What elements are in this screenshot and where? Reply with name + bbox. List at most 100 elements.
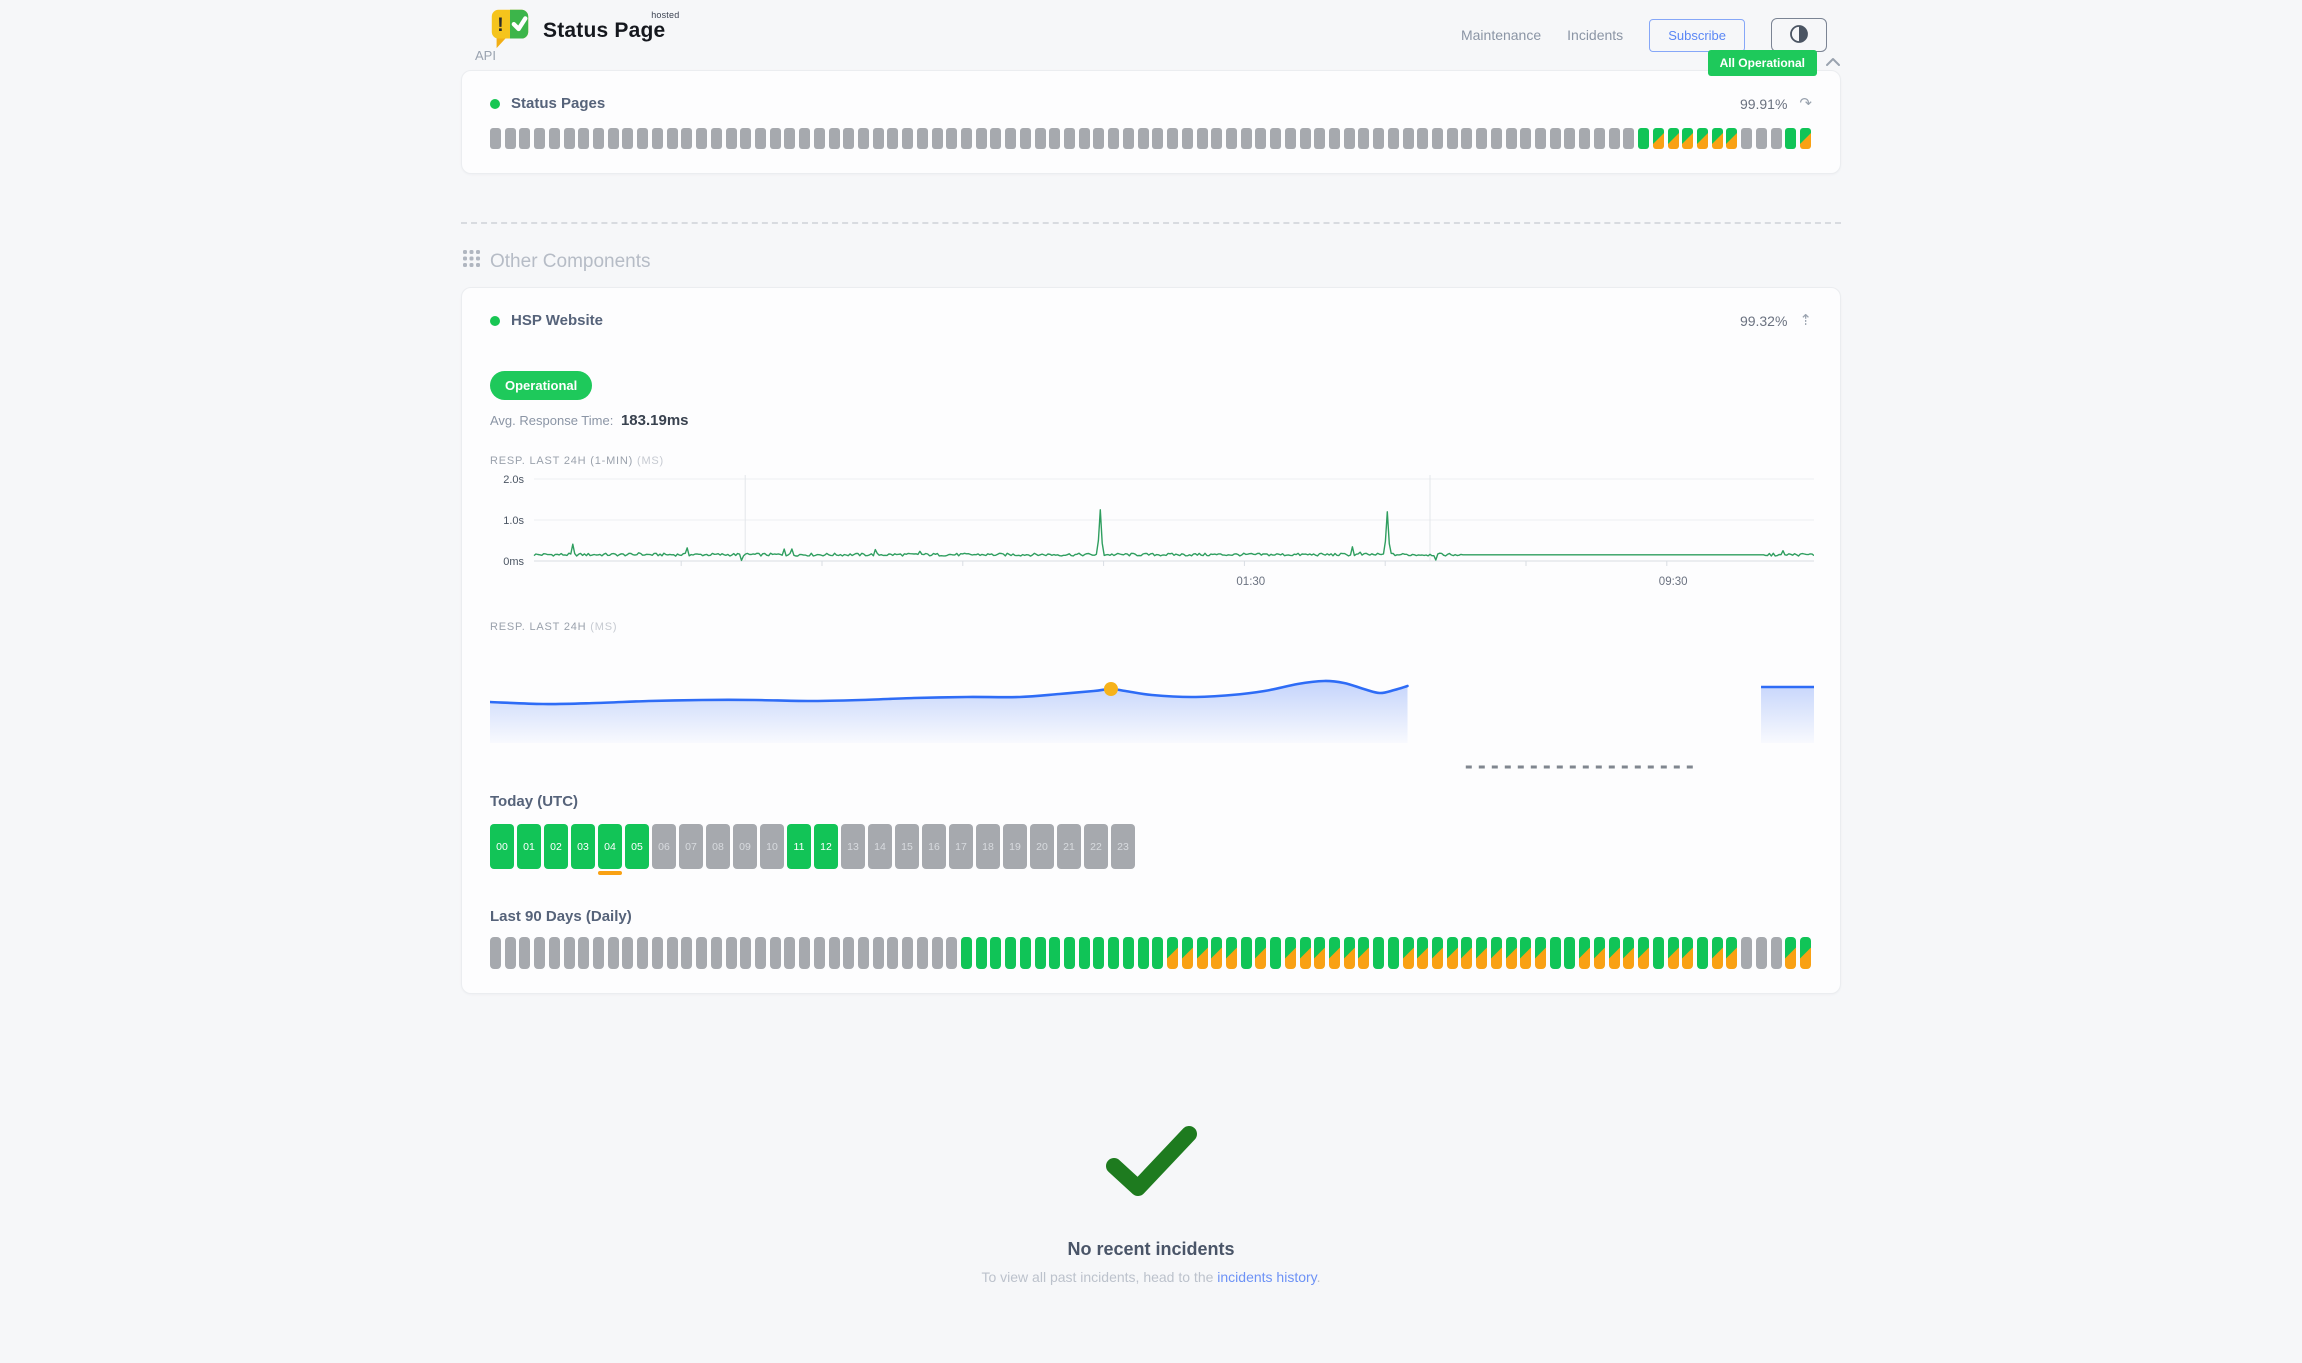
uptime-bar-degraded[interactable] <box>1476 937 1487 969</box>
uptime-bar-nodata[interactable] <box>784 128 795 149</box>
uptime-bar-degraded[interactable] <box>1285 937 1296 969</box>
uptime-bar-nodata[interactable] <box>1609 128 1620 149</box>
uptime-bar-degraded[interactable] <box>1329 937 1340 969</box>
chevron-up-icon[interactable] <box>1825 54 1841 72</box>
uptime-bar-nodata[interactable] <box>1108 128 1119 149</box>
uptime-bar-nodata[interactable] <box>593 937 604 969</box>
theme-toggle-button[interactable] <box>1771 18 1827 52</box>
uptime-bar-nodata[interactable] <box>873 937 884 969</box>
uptime-bar-operational[interactable] <box>1373 937 1384 969</box>
uptime-bar-degraded[interactable] <box>1785 937 1796 969</box>
uptime-bar-nodata[interactable] <box>681 937 692 969</box>
uptime-bar-nodata[interactable] <box>829 937 840 969</box>
uptime-bar-degraded[interactable] <box>1712 937 1723 969</box>
uptime-bar-nodata[interactable] <box>755 937 766 969</box>
uptime-bar-nodata[interactable] <box>1535 128 1546 149</box>
uptime-bar-nodata[interactable] <box>858 128 869 149</box>
uptime-bar-nodata[interactable] <box>1388 128 1399 149</box>
uptime-bar-nodata[interactable] <box>1093 128 1104 149</box>
uptime-bar-operational[interactable] <box>961 937 972 969</box>
uptime-bar-nodata[interactable] <box>1035 128 1046 149</box>
uptime-bar-nodata[interactable] <box>667 937 678 969</box>
uptime-strip-status-pages[interactable] <box>490 128 1812 149</box>
uptime-bar-nodata[interactable] <box>1211 128 1222 149</box>
uptime-bar-operational[interactable] <box>1049 937 1060 969</box>
hour-cell-17[interactable]: 17 <box>949 824 973 869</box>
uptime-bar-nodata[interactable] <box>711 937 722 969</box>
uptime-bar-degraded[interactable] <box>1800 937 1811 969</box>
uptime-bar-nodata[interactable] <box>917 937 928 969</box>
uptime-bar-nodata[interactable] <box>505 128 516 149</box>
uptime-bar-degraded[interactable] <box>1800 128 1811 149</box>
uptime-bar-operational[interactable] <box>1638 128 1649 149</box>
uptime-bar-nodata[interactable] <box>770 937 781 969</box>
uptime-bar-nodata[interactable] <box>1241 128 1252 149</box>
uptime-bar-degraded[interactable] <box>1668 937 1679 969</box>
uptime-bar-nodata[interactable] <box>1594 128 1605 149</box>
uptime-bar-nodata[interactable] <box>887 937 898 969</box>
uptime-bar-nodata[interactable] <box>490 937 501 969</box>
uptime-bar-operational[interactable] <box>1108 937 1119 969</box>
uptime-bar-operational[interactable] <box>1123 937 1134 969</box>
uptime-bar-degraded[interactable] <box>1197 937 1208 969</box>
uptime-bar-operational[interactable] <box>1005 937 1016 969</box>
uptime-bar-nodata[interactable] <box>917 128 928 149</box>
uptime-bar-nodata[interactable] <box>1255 128 1266 149</box>
uptime-bar-operational[interactable] <box>1035 937 1046 969</box>
uptime-bar-nodata[interactable] <box>490 128 501 149</box>
uptime-bar-nodata[interactable] <box>711 128 722 149</box>
uptime-bar-nodata[interactable] <box>1476 128 1487 149</box>
uptime-bar-nodata[interactable] <box>1461 128 1472 149</box>
uptime-bar-degraded[interactable] <box>1712 128 1723 149</box>
uptime-bar-nodata[interactable] <box>740 937 751 969</box>
uptime-bar-nodata[interactable] <box>1049 128 1060 149</box>
uptime-bar-operational[interactable] <box>1152 937 1163 969</box>
uptime-bar-nodata[interactable] <box>608 937 619 969</box>
uptime-bar-nodata[interactable] <box>887 128 898 149</box>
uptime-bar-nodata[interactable] <box>1771 937 1782 969</box>
uptime-bar-nodata[interactable] <box>1771 128 1782 149</box>
uptime-bar-nodata[interactable] <box>932 128 943 149</box>
uptime-bar-degraded[interactable] <box>1697 128 1708 149</box>
uptime-bar-nodata[interactable] <box>843 937 854 969</box>
uptime-bar-degraded[interactable] <box>1638 937 1649 969</box>
uptime-bar-nodata[interactable] <box>858 937 869 969</box>
hour-cell-18[interactable]: 18 <box>976 824 1000 869</box>
uptime-bar-nodata[interactable] <box>696 937 707 969</box>
uptime-bar-degraded[interactable] <box>1461 937 1472 969</box>
response-daily-chart[interactable] <box>490 639 1814 779</box>
uptime-bar-nodata[interactable] <box>1005 128 1016 149</box>
uptime-bar-nodata[interactable] <box>696 128 707 149</box>
uptime-bar-nodata[interactable] <box>976 128 987 149</box>
uptime-bar-nodata[interactable] <box>726 128 737 149</box>
uptime-bar-nodata[interactable] <box>622 937 633 969</box>
uptime-bar-degraded[interactable] <box>1211 937 1222 969</box>
uptime-bar-nodata[interactable] <box>1756 128 1767 149</box>
uptime-bar-nodata[interactable] <box>755 128 766 149</box>
hour-cell-12[interactable]: 12 <box>814 824 838 869</box>
collapse-arrow-icon[interactable]: ⇡ <box>1799 313 1812 328</box>
uptime-bar-nodata[interactable] <box>534 128 545 149</box>
uptime-bar-operational[interactable] <box>990 937 1001 969</box>
brand[interactable]: ! Status Page hosted <box>487 6 665 55</box>
hour-cell-10[interactable]: 10 <box>760 824 784 869</box>
uptime-bar-nodata[interactable] <box>1285 128 1296 149</box>
uptime-bar-nodata[interactable] <box>1579 128 1590 149</box>
uptime-bar-degraded[interactable] <box>1668 128 1679 149</box>
uptime-bar-nodata[interactable] <box>593 128 604 149</box>
hour-cell-11[interactable]: 11 <box>787 824 811 869</box>
uptime-bar-nodata[interactable] <box>519 128 530 149</box>
hour-cell-15[interactable]: 15 <box>895 824 919 869</box>
uptime-bar-degraded[interactable] <box>1579 937 1590 969</box>
uptime-bar-nodata[interactable] <box>1344 128 1355 149</box>
uptime-bar-degraded[interactable] <box>1623 937 1634 969</box>
uptime-bar-nodata[interactable] <box>1358 128 1369 149</box>
hour-cell-01[interactable]: 01 <box>517 824 541 869</box>
hour-cell-13[interactable]: 13 <box>841 824 865 869</box>
uptime-strip-last90[interactable] <box>490 937 1812 969</box>
uptime-bar-degraded[interactable] <box>1726 128 1737 149</box>
uptime-bar-nodata[interactable] <box>902 937 913 969</box>
hour-cell-21[interactable]: 21 <box>1057 824 1081 869</box>
hour-cell-08[interactable]: 08 <box>706 824 730 869</box>
uptime-bar-nodata[interactable] <box>564 128 575 149</box>
